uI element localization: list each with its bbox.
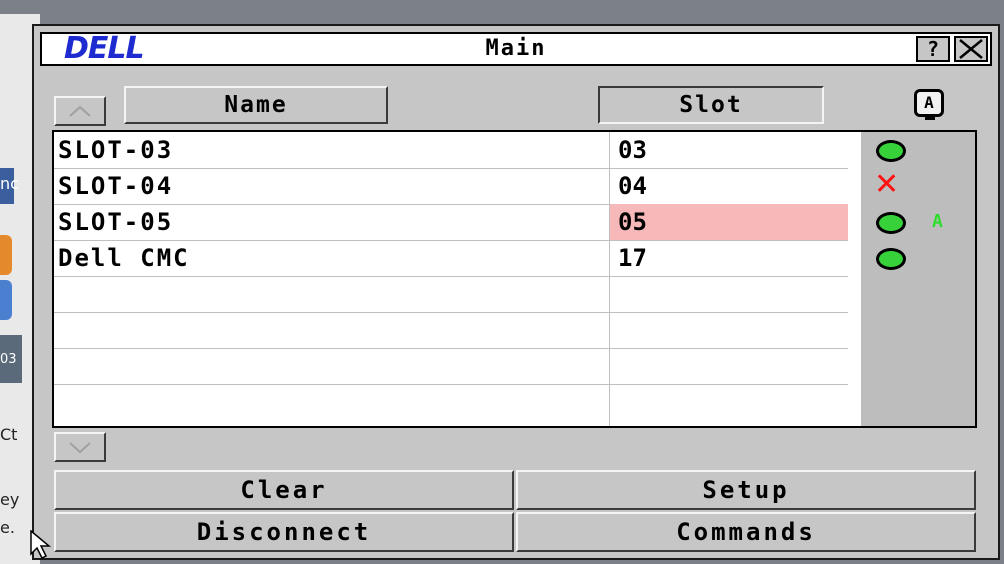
- online-status-icon: [876, 248, 906, 270]
- online-status-icon: [876, 212, 906, 234]
- empty-cell: [54, 348, 610, 384]
- slot-button-label: Slot: [679, 92, 743, 118]
- online-status-icon: [876, 140, 906, 162]
- commands-button[interactable]: Commands: [516, 512, 976, 552]
- desktop-app-icon: [0, 235, 12, 275]
- desktop-top-bar: [0, 0, 1004, 14]
- table-row[interactable]: SLOT-03 03: [54, 132, 848, 169]
- empty-row: [54, 276, 848, 313]
- title-bar[interactable]: DELL Main ?: [40, 32, 992, 66]
- table-row[interactable]: Dell CMC 17: [54, 240, 848, 277]
- close-button[interactable]: [954, 36, 988, 62]
- close-icon: [959, 39, 983, 59]
- main-dialog: DELL Main ? Name Slot A SLOT-03 03 SLOT-…: [32, 24, 1000, 560]
- empty-cell: [54, 312, 610, 348]
- desktop-text: e.: [0, 518, 15, 537]
- scroll-up-button[interactable]: [54, 96, 106, 126]
- offline-status-icon: ✕: [874, 167, 900, 202]
- window-title: Main: [485, 36, 547, 61]
- table-row[interactable]: SLOT-05 05: [54, 204, 848, 241]
- scroll-down-button[interactable]: [54, 432, 106, 462]
- empty-cell: [54, 384, 610, 426]
- disconnect-button[interactable]: Disconnect: [54, 512, 514, 552]
- server-name: Dell CMC: [54, 240, 610, 276]
- sort-by-name-button[interactable]: Name: [124, 86, 388, 124]
- desktop-text: Ct: [0, 425, 18, 444]
- table-row[interactable]: SLOT-04 04: [54, 168, 848, 205]
- empty-row: [54, 348, 848, 385]
- desktop-text: nc: [0, 174, 19, 193]
- empty-row: [54, 312, 848, 349]
- mouse-cursor-icon: [30, 530, 52, 560]
- channel-icon[interactable]: A: [914, 89, 944, 120]
- empty-cell: [54, 276, 610, 312]
- name-button-label: Name: [224, 92, 288, 118]
- server-name: SLOT-03: [54, 132, 610, 168]
- server-slot: 05: [610, 204, 848, 240]
- clear-button[interactable]: Clear: [54, 470, 514, 510]
- desktop-app-icon: [0, 280, 12, 320]
- server-list: SLOT-03 03 SLOT-04 04 SLOT-05 05 Dell CM…: [52, 130, 977, 428]
- sort-by-slot-button[interactable]: Slot: [598, 86, 824, 124]
- desktop-text: ey: [0, 490, 20, 509]
- server-slot: 03: [618, 136, 647, 164]
- channel-icon-label: A: [924, 93, 934, 112]
- desktop-text: 03: [0, 352, 17, 367]
- server-name: SLOT-05: [54, 204, 610, 240]
- server-slot: 17: [618, 244, 647, 272]
- empty-row: [54, 384, 848, 426]
- active-channel-flag: A: [932, 211, 943, 232]
- server-name: SLOT-04: [54, 168, 610, 204]
- help-button[interactable]: ?: [916, 36, 950, 62]
- server-slot: 04: [618, 172, 647, 200]
- chevron-down-icon: [69, 442, 91, 454]
- setup-button[interactable]: Setup: [516, 470, 976, 510]
- chevron-up-icon: [69, 105, 91, 117]
